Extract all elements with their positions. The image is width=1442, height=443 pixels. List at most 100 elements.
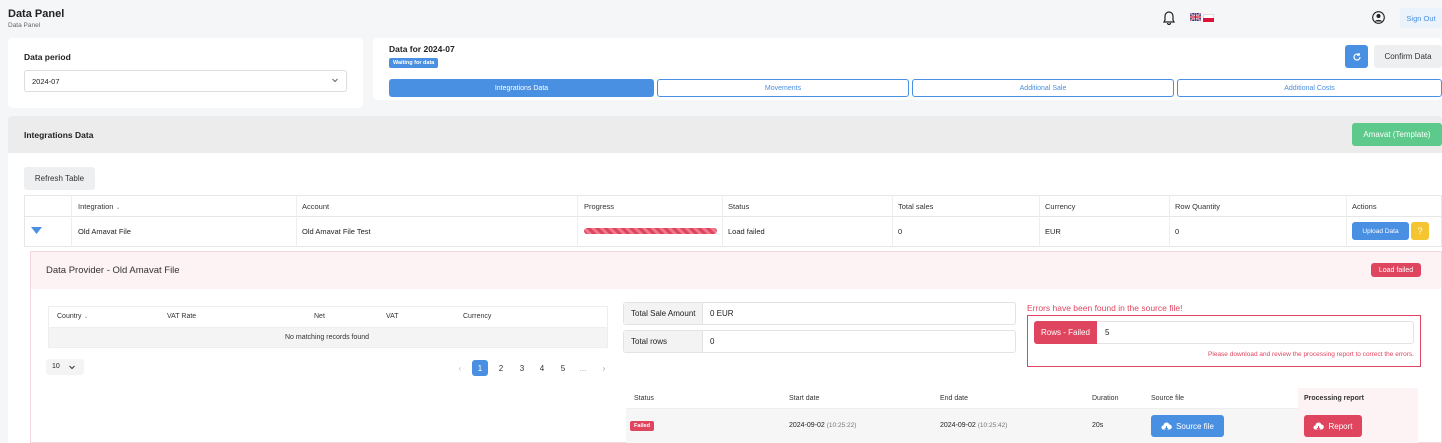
failed-badge: Failed: [630, 421, 654, 431]
sort-icon: ⌄: [115, 205, 121, 211]
provider-header: [31, 252, 1441, 289]
errors-hint: Please download and review the processin…: [1208, 351, 1414, 358]
proc-col-end-date: End date: [940, 395, 969, 402]
col-divider: [296, 195, 297, 247]
summary-total-rows: Total rows 0: [623, 330, 1016, 353]
tab-movements[interactable]: Movements: [657, 79, 909, 97]
col-header-actions: Actions: [1352, 202, 1377, 211]
row-row-quantity: 0: [1175, 227, 1180, 236]
proc-col-start-date: Start date: [789, 395, 820, 402]
data-header-title: Data for 2024-07: [389, 44, 455, 54]
english-flag-icon[interactable]: [1190, 13, 1201, 21]
user-icon[interactable]: [1372, 11, 1385, 24]
col-divider: [722, 195, 723, 247]
col-divider: [1039, 195, 1040, 247]
progress-bar: [584, 228, 717, 234]
row-currency: EUR: [1045, 227, 1061, 236]
section-header: [8, 116, 1442, 153]
col-divider: [71, 195, 72, 247]
tab-additional-sale[interactable]: Additional Sale: [912, 79, 1174, 97]
inner-col-currency: Currency: [463, 313, 492, 320]
errors-title: Errors have been found in the source fil…: [1027, 303, 1183, 313]
proc-col-source-file: Source file: [1151, 395, 1185, 402]
col-divider: [1169, 195, 1170, 247]
inner-col-vat-rate: VAT Rate: [167, 313, 197, 320]
breadcrumb: Data Panel: [8, 22, 41, 29]
proc-col-status: Status: [634, 395, 654, 402]
page-title: Data Panel: [8, 8, 65, 20]
page-ellipsis: ...: [579, 363, 587, 373]
summary-total-rows-label: Total rows: [624, 331, 703, 352]
data-period-label: Data period: [24, 52, 71, 62]
col-header-progress: Progress: [584, 202, 615, 211]
chevron-down-icon: [68, 363, 76, 373]
proc-start: 2024-09-02 (10:25:22): [789, 422, 857, 429]
refresh-button[interactable]: [1345, 45, 1368, 68]
tab-additional-costs[interactable]: Additional Costs: [1177, 79, 1442, 97]
sort-icon: ⌄: [83, 314, 89, 320]
section-title: Integrations Data: [24, 130, 94, 140]
refresh-table-button[interactable]: Refresh Table: [24, 167, 95, 190]
template-button[interactable]: Amavat (Template): [1352, 123, 1442, 146]
proc-col-duration: Duration: [1092, 395, 1119, 402]
summary-total-sale: Total Sale Amount 0 EUR: [623, 302, 1016, 325]
row-total-sales: 0: [898, 227, 903, 236]
expand-caret-icon[interactable]: [31, 227, 42, 236]
provider-title: Data Provider - Old Amavat File: [46, 265, 180, 276]
proc-end: 2024-09-02 (10:25:42): [940, 422, 1008, 429]
page-size-select[interactable]: 10: [46, 359, 84, 375]
confirm-data-button[interactable]: Confirm Data: [1374, 45, 1442, 68]
table-header-divider: [24, 216, 1442, 217]
col-divider: [1346, 195, 1347, 247]
inner-col-net: Net: [314, 313, 325, 320]
cloud-download-icon: [1161, 422, 1172, 430]
summary-total-sale-value: 0 EUR: [710, 309, 734, 318]
bell-icon[interactable]: [1163, 11, 1175, 26]
help-button[interactable]: ?: [1411, 222, 1429, 240]
upload-data-button[interactable]: Upload Data: [1352, 222, 1409, 240]
inner-col-country[interactable]: Country ⌄: [57, 313, 89, 320]
col-header-row-quantity: Row Quantity: [1175, 202, 1221, 211]
proc-col-processing-report: Processing report: [1304, 395, 1364, 402]
data-period-select[interactable]: 2024-07: [24, 70, 347, 92]
row-status: Load failed: [728, 227, 765, 236]
sign-out-button[interactable]: Sign Out: [1400, 8, 1442, 28]
next-page-icon[interactable]: ›: [596, 360, 612, 376]
col-header-integration[interactable]: Integration ⌄: [78, 202, 121, 211]
page-1[interactable]: 1: [472, 360, 488, 376]
page-3[interactable]: 3: [514, 360, 530, 376]
page-2[interactable]: 2: [493, 360, 509, 376]
refresh-icon: [1352, 52, 1361, 61]
chevron-down-icon: [331, 76, 339, 86]
data-period-card: Data period 2024-07: [8, 38, 363, 108]
inner-col-vat: VAT: [386, 313, 399, 320]
tab-integrations-data[interactable]: Integrations Data: [389, 79, 654, 97]
cloud-download-icon: [1313, 422, 1325, 430]
col-divider: [577, 195, 578, 247]
report-button[interactable]: Report: [1304, 415, 1362, 437]
col-header-account: Account: [302, 202, 330, 211]
status-badge: Waiting for data: [389, 58, 439, 68]
page-size-value: 10: [52, 363, 60, 370]
rows-failed-label: Rows - Failed: [1034, 321, 1097, 344]
provider-status-badge: Load failed: [1371, 263, 1421, 277]
col-header-status: Status: [728, 202, 750, 211]
row-account: Old Amavat File Test: [302, 227, 371, 236]
prev-page-icon[interactable]: ‹: [452, 360, 468, 376]
polish-flag-icon[interactable]: [1203, 14, 1214, 22]
row-integration: Old Amavat File: [78, 227, 131, 236]
col-divider: [892, 195, 893, 247]
page-4[interactable]: 4: [534, 360, 550, 376]
col-header-currency: Currency: [1045, 202, 1076, 211]
data-period-value: 2024-07: [32, 77, 60, 86]
empty-message: No matching records found: [285, 334, 370, 341]
summary-total-rows-value: 0: [710, 337, 715, 346]
col-header-total-sales: Total sales: [898, 202, 934, 211]
summary-total-sale-label: Total Sale Amount: [624, 303, 703, 324]
rows-failed-field: Rows - Failed 5: [1034, 321, 1414, 344]
rows-failed-value: 5: [1105, 328, 1110, 337]
proc-duration: 20s: [1092, 422, 1104, 429]
page-5[interactable]: 5: [555, 360, 571, 376]
source-file-button[interactable]: Source file: [1151, 415, 1224, 437]
progress-fill: [584, 228, 717, 234]
